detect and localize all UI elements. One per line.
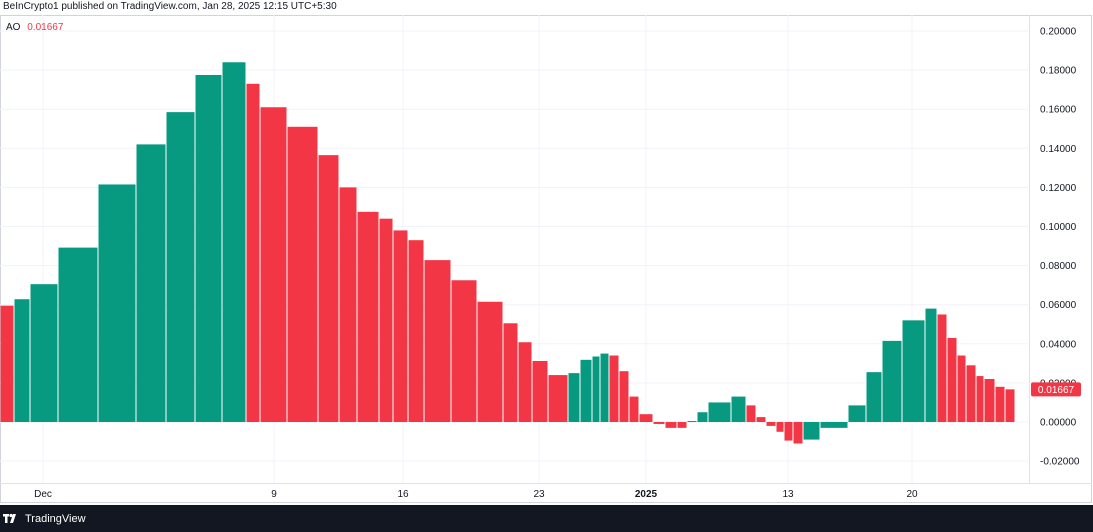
ao-bar: [687, 421, 697, 423]
ao-bar: [793, 422, 803, 444]
ao-bar: [784, 422, 793, 441]
publish-info: BeInCrypto1 published on TradingView.com…: [0, 0, 1093, 14]
ao-bar: [287, 126, 318, 423]
ao-bar: [532, 361, 548, 422]
ao-bar: [518, 342, 532, 422]
y-tick-label: 0.16000: [1040, 105, 1077, 116]
ao-chart[interactable]: 0.20000 0.18000 0.16000 0.14000 0.12000 0.100…: [0, 15, 1093, 505]
ao-bar: [966, 365, 976, 422]
ao-bar: [318, 155, 339, 422]
ao-bar: [984, 378, 995, 422]
x-tick-label: 23: [533, 489, 545, 500]
indicator-name: AO: [6, 22, 21, 33]
ao-bar: [803, 422, 820, 440]
y-tick-label: 0.14000: [1040, 144, 1077, 155]
ao-bar: [393, 230, 408, 422]
ao-bar: [339, 187, 357, 422]
y-tick-label: 0.12000: [1040, 183, 1077, 194]
ao-bar: [451, 280, 477, 422]
ao-bar: [503, 323, 518, 422]
ao-bar: [195, 74, 222, 423]
ao-bar: [665, 422, 677, 428]
ao-bar: [246, 83, 260, 422]
ao-bar: [976, 376, 984, 422]
tradingview-logo-icon: [3, 513, 19, 524]
ao-bar: [882, 340, 902, 422]
ao-bar: [848, 405, 866, 422]
ao-bar: [619, 371, 629, 422]
ao-bar: [30, 284, 58, 422]
y-tick-label: 0.00000: [1040, 418, 1077, 429]
y-tick-label: -0.02000: [1040, 457, 1080, 468]
ao-bar: [708, 402, 731, 422]
ao-bar: [653, 422, 665, 424]
ao-bar: [580, 359, 592, 422]
ao-bar: [136, 144, 166, 422]
ao-bar: [866, 372, 882, 422]
ao-bar: [609, 355, 619, 422]
ao-bar: [639, 414, 653, 422]
ao-bar: [947, 337, 957, 422]
ao-bar: [995, 386, 1005, 422]
indicator-value: 0.01667: [27, 22, 64, 33]
ao-bar: [1005, 389, 1015, 422]
ao-bar: [408, 240, 424, 422]
ao-bar: [357, 211, 379, 422]
footer-bar: TradingView: [0, 505, 1093, 532]
ao-bar: [424, 260, 451, 422]
ao-bar: [548, 375, 568, 422]
y-tick-label: 0.08000: [1040, 261, 1077, 272]
ao-bar: [766, 422, 776, 426]
ao-bar: [98, 184, 136, 422]
ao-bar: [379, 218, 393, 422]
ao-bar: [260, 107, 287, 423]
ao-bar: [902, 320, 925, 422]
y-tick-label: 0.04000: [1040, 339, 1077, 350]
y-tick-label: 0.20000: [1040, 27, 1077, 38]
ao-bar: [776, 422, 784, 432]
ao-bar: [592, 356, 600, 422]
x-tick-label: 20: [906, 489, 918, 500]
ao-bar: [222, 62, 246, 422]
ao-bar: [166, 112, 195, 422]
x-tick-label: 13: [782, 489, 794, 500]
ao-bar: [677, 422, 687, 428]
ao-bar: [58, 247, 98, 422]
ao-bar: [756, 417, 766, 422]
x-tick-label: Dec: [34, 489, 52, 500]
ao-bar: [820, 422, 848, 428]
ao-bar: [14, 299, 30, 422]
x-tick-label: 16: [397, 489, 409, 500]
ao-bar: [957, 355, 966, 422]
y-tick-label: 0.10000: [1040, 222, 1077, 233]
indicator-legend[interactable]: AO 0.01667: [6, 22, 63, 33]
ao-bar: [925, 308, 937, 422]
x-tick-label: 9: [271, 489, 277, 500]
x-tick-label: 2025: [635, 489, 658, 500]
ao-bar: [0, 305, 14, 422]
y-tick-label: 0.18000: [1040, 66, 1077, 77]
ao-bar: [629, 396, 639, 422]
ao-bar: [937, 314, 947, 422]
ao-bar: [697, 412, 708, 422]
ao-bar: [568, 373, 580, 422]
y-tick-label: 0.06000: [1040, 300, 1077, 311]
current-value-label: 0.01667: [1038, 385, 1075, 396]
ao-bar: [746, 405, 756, 422]
ao-bar: [600, 353, 609, 422]
footer-brand: TradingView: [25, 512, 86, 525]
ao-bar: [731, 396, 746, 422]
ao-bar: [477, 301, 503, 422]
